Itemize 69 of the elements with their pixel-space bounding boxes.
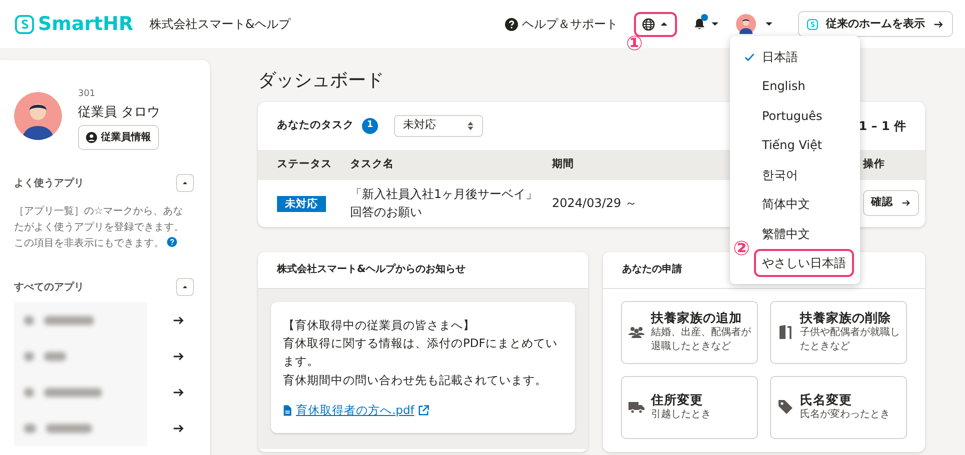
company-name: 株式会社スマート&ヘルプ [149,16,291,33]
count-badge: 1 [362,118,378,134]
arrow-right-icon [901,198,911,208]
application-tile[interactable]: 住所変更 引越したとき [621,376,758,439]
notice-text: 【育休取得中の従業員の皆さまへ】 育休取得に関する情報は、添付のPDFにまとめています。 育休期間中の問い合わせ先も記載されています。 [283,316,558,389]
pagination-count: 1 – 1 件 [858,118,906,135]
logo-icon [807,18,818,30]
menu-item[interactable]: 한국어 [730,160,860,190]
tile-title: 扶養家族の削除 [800,310,892,326]
truck-icon [628,399,645,416]
bell-icon [693,17,706,31]
tile-description: 引越したとき [651,408,711,422]
door-icon [777,324,794,340]
column-header: 操作 [863,158,885,170]
application-tile[interactable]: 氏名変更 氏名が変わったとき [770,376,907,439]
column-header: 期間 [552,158,574,170]
menu-item[interactable]: Tiếng Việt [730,130,860,160]
avatar[interactable] [736,14,756,34]
globe-icon [642,18,655,30]
application-tile[interactable]: 扶養家族の追加 結婚、出産、配偶者が退職したときなど [621,300,758,364]
menu-item[interactable]: Português [730,101,860,130]
tile-title: 氏名変更 [800,392,853,408]
page-title: ダッシュボード [258,70,384,92]
logo-text: SmartHR [38,14,134,34]
status-select[interactable]: 未対応 [394,114,483,137]
column-header: ステータス [277,158,332,170]
user-icon [86,132,97,143]
confirm-button[interactable]: 確認 [863,190,919,216]
status-badge: 未対応 [277,196,326,212]
tile-description: 結婚、出産、配偶者が退職したときなど [651,326,751,354]
help-icon [167,237,178,247]
employee-number: 301 [78,88,96,101]
tile-description: 子供や配偶者が就職したときなど [800,326,900,354]
people-icon [628,324,645,340]
tile-title: 住所変更 [651,392,704,408]
caret-up-icon [181,283,189,291]
tag-icon [777,399,794,416]
logo-icon [15,14,34,34]
section-description: ［アプリ一覧］の☆マークから、あなたがよく使うアプリを登録できます。この項目を非表示にもできます。 [14,204,185,251]
arrow-right-icon [933,18,944,30]
section-title: よく使うアプリ [14,176,84,190]
annotation-number: ① [626,33,643,53]
task-period: 2024/03/29 ～ [552,196,637,210]
blurred-app-item[interactable] [14,410,147,446]
caret-up-icon [181,179,189,187]
card-title: あなたのタスク [277,118,354,133]
application-tile[interactable]: 扶養家族の削除 子供や配偶者が就職したときなど [770,300,907,364]
collapse-button[interactable] [176,278,194,296]
section-title: すべてのアプリ [14,280,84,294]
collapse-button[interactable] [176,174,194,192]
file-icon [283,404,292,416]
task-name: 「新入社員入社1ヶ月後サーベイ」 回答のお願い [350,186,539,222]
sort-icon [467,120,474,131]
menu-item[interactable]: English [730,72,860,101]
menu-item[interactable]: 日本語 [730,42,860,72]
avatar [14,92,62,140]
menu-item[interactable]: 简体中文 [730,190,860,219]
classic-home-button[interactable]: 従来のホームを表示 [798,10,953,38]
language-button[interactable] [634,12,677,36]
attachment-link[interactable]: 育休取得者の方へ.pdf [296,401,414,420]
employee-info-button[interactable]: 従業員情報 [78,125,159,150]
external-link-icon [418,404,430,416]
blurred-app-item[interactable] [14,302,147,338]
help-link[interactable]: ヘルプ＆サポート [497,9,626,39]
employee-name: 従業員 タロウ [78,104,160,122]
tile-description: 氏名が変わったとき [800,408,890,422]
help-icon [505,18,518,30]
column-header: タスク名 [350,158,394,170]
tile-title: 扶養家族の追加 [651,310,743,326]
